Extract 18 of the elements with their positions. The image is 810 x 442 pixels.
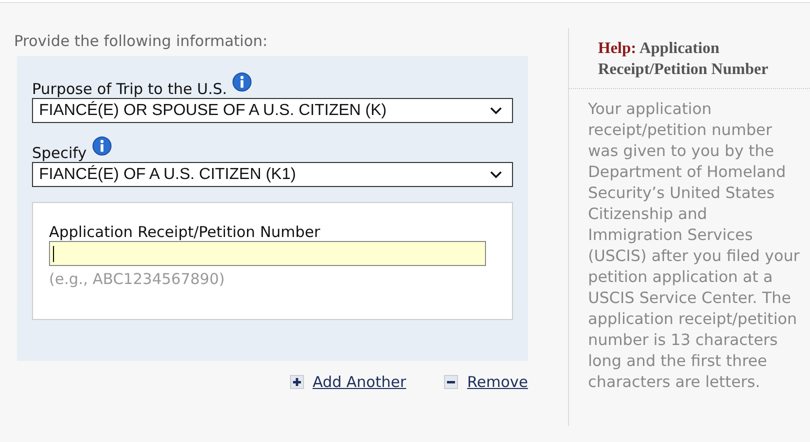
dropdown[interactable]: FIANCÉ(E) OF A U.S. CITIZEN (K1) [32,162,513,187]
input-field[interactable] [49,241,486,266]
help-title: Help: Application Receipt/Petition Number [569,28,810,89]
instruction-text: Provide the following information: [14,31,269,51]
example-hint: (e.g., ABC1234567890) [49,270,226,288]
chevron-down-icon [490,170,502,178]
chevron-down-icon [490,106,502,114]
info-icon[interactable] [92,136,112,156]
minus-icon[interactable] [444,375,458,389]
field-label: Purpose of Trip to the U.S. [32,80,228,98]
action-link[interactable]: Remove [467,373,528,391]
field-label: Specify [32,144,87,162]
action-link[interactable]: Add Another [312,373,406,391]
dropdown[interactable]: FIANCÉ(E) OR SPOUSE OF A U.S. CITIZEN (K) [32,98,513,123]
field-label: Application Receipt/Petition Number [49,223,322,241]
help-text: Your application receipt/petition number was given to you by the Department of Homeland Security’s United States Citizenship and Immigration Services (USCIS) after you filed your petition application at a USCIS Service Center. The application receipt/petition number is 13 characters long and the first three characters are letters. [587,99,801,393]
info-icon[interactable] [232,72,252,92]
plus-icon[interactable] [290,375,304,389]
